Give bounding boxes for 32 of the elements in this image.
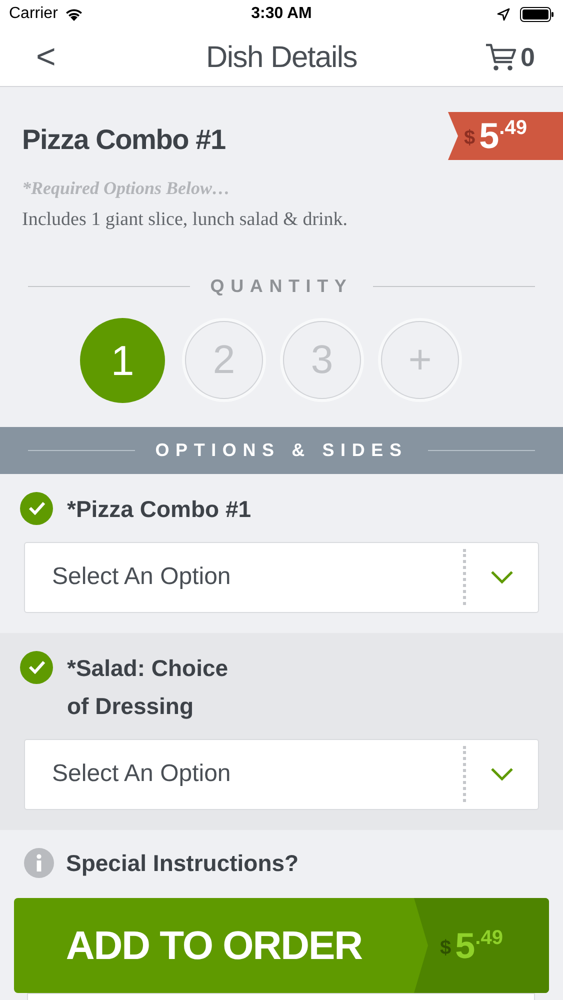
special-instructions-label: Special Instructions?	[66, 848, 299, 878]
wifi-icon	[64, 6, 84, 22]
select-field[interactable]: Select An Option	[24, 542, 539, 612]
back-button[interactable]: <	[36, 40, 56, 74]
instructions-field[interactable]	[27, 993, 535, 1000]
cart-count: 0	[520, 40, 535, 74]
cart-icon[interactable]	[484, 42, 517, 72]
price-cents: .49	[499, 118, 527, 138]
dish-description: Includes 1 giant slice, lunch salad & drink.	[22, 208, 349, 232]
select-field[interactable]: Select An Option	[24, 738, 539, 810]
clock-time: 3:30 AM	[251, 4, 312, 24]
location-arrow-icon	[497, 8, 510, 20]
quantity-option[interactable]: 1	[80, 318, 165, 402]
screen-title: Dish Details	[206, 40, 358, 76]
option-label: *Pizza Combo #1	[67, 494, 252, 524]
quantity-heading: QUANTITY	[210, 274, 353, 298]
chevron-down-icon	[490, 767, 514, 781]
options-heading: OPTIONS & SIDES	[155, 438, 408, 462]
battery-icon	[520, 6, 554, 22]
option-label: *Salad: Choice of Dressing	[67, 654, 230, 721]
select-placeholder: Select An Option	[51, 759, 232, 789]
select-placeholder: Select An Option	[51, 562, 232, 592]
price-whole: 5	[479, 118, 500, 154]
carrier-label: Carrier	[9, 4, 58, 24]
info-icon	[24, 848, 54, 878]
chevron-down-icon	[490, 570, 514, 584]
price-cents: .49	[475, 928, 503, 948]
currency-symbol: $	[440, 938, 452, 958]
required-note: *Required Options Below…	[22, 177, 232, 200]
price-whole: 5	[455, 928, 476, 964]
dish-name: Pizza Combo #1	[22, 123, 226, 157]
currency-symbol: $	[464, 128, 476, 148]
